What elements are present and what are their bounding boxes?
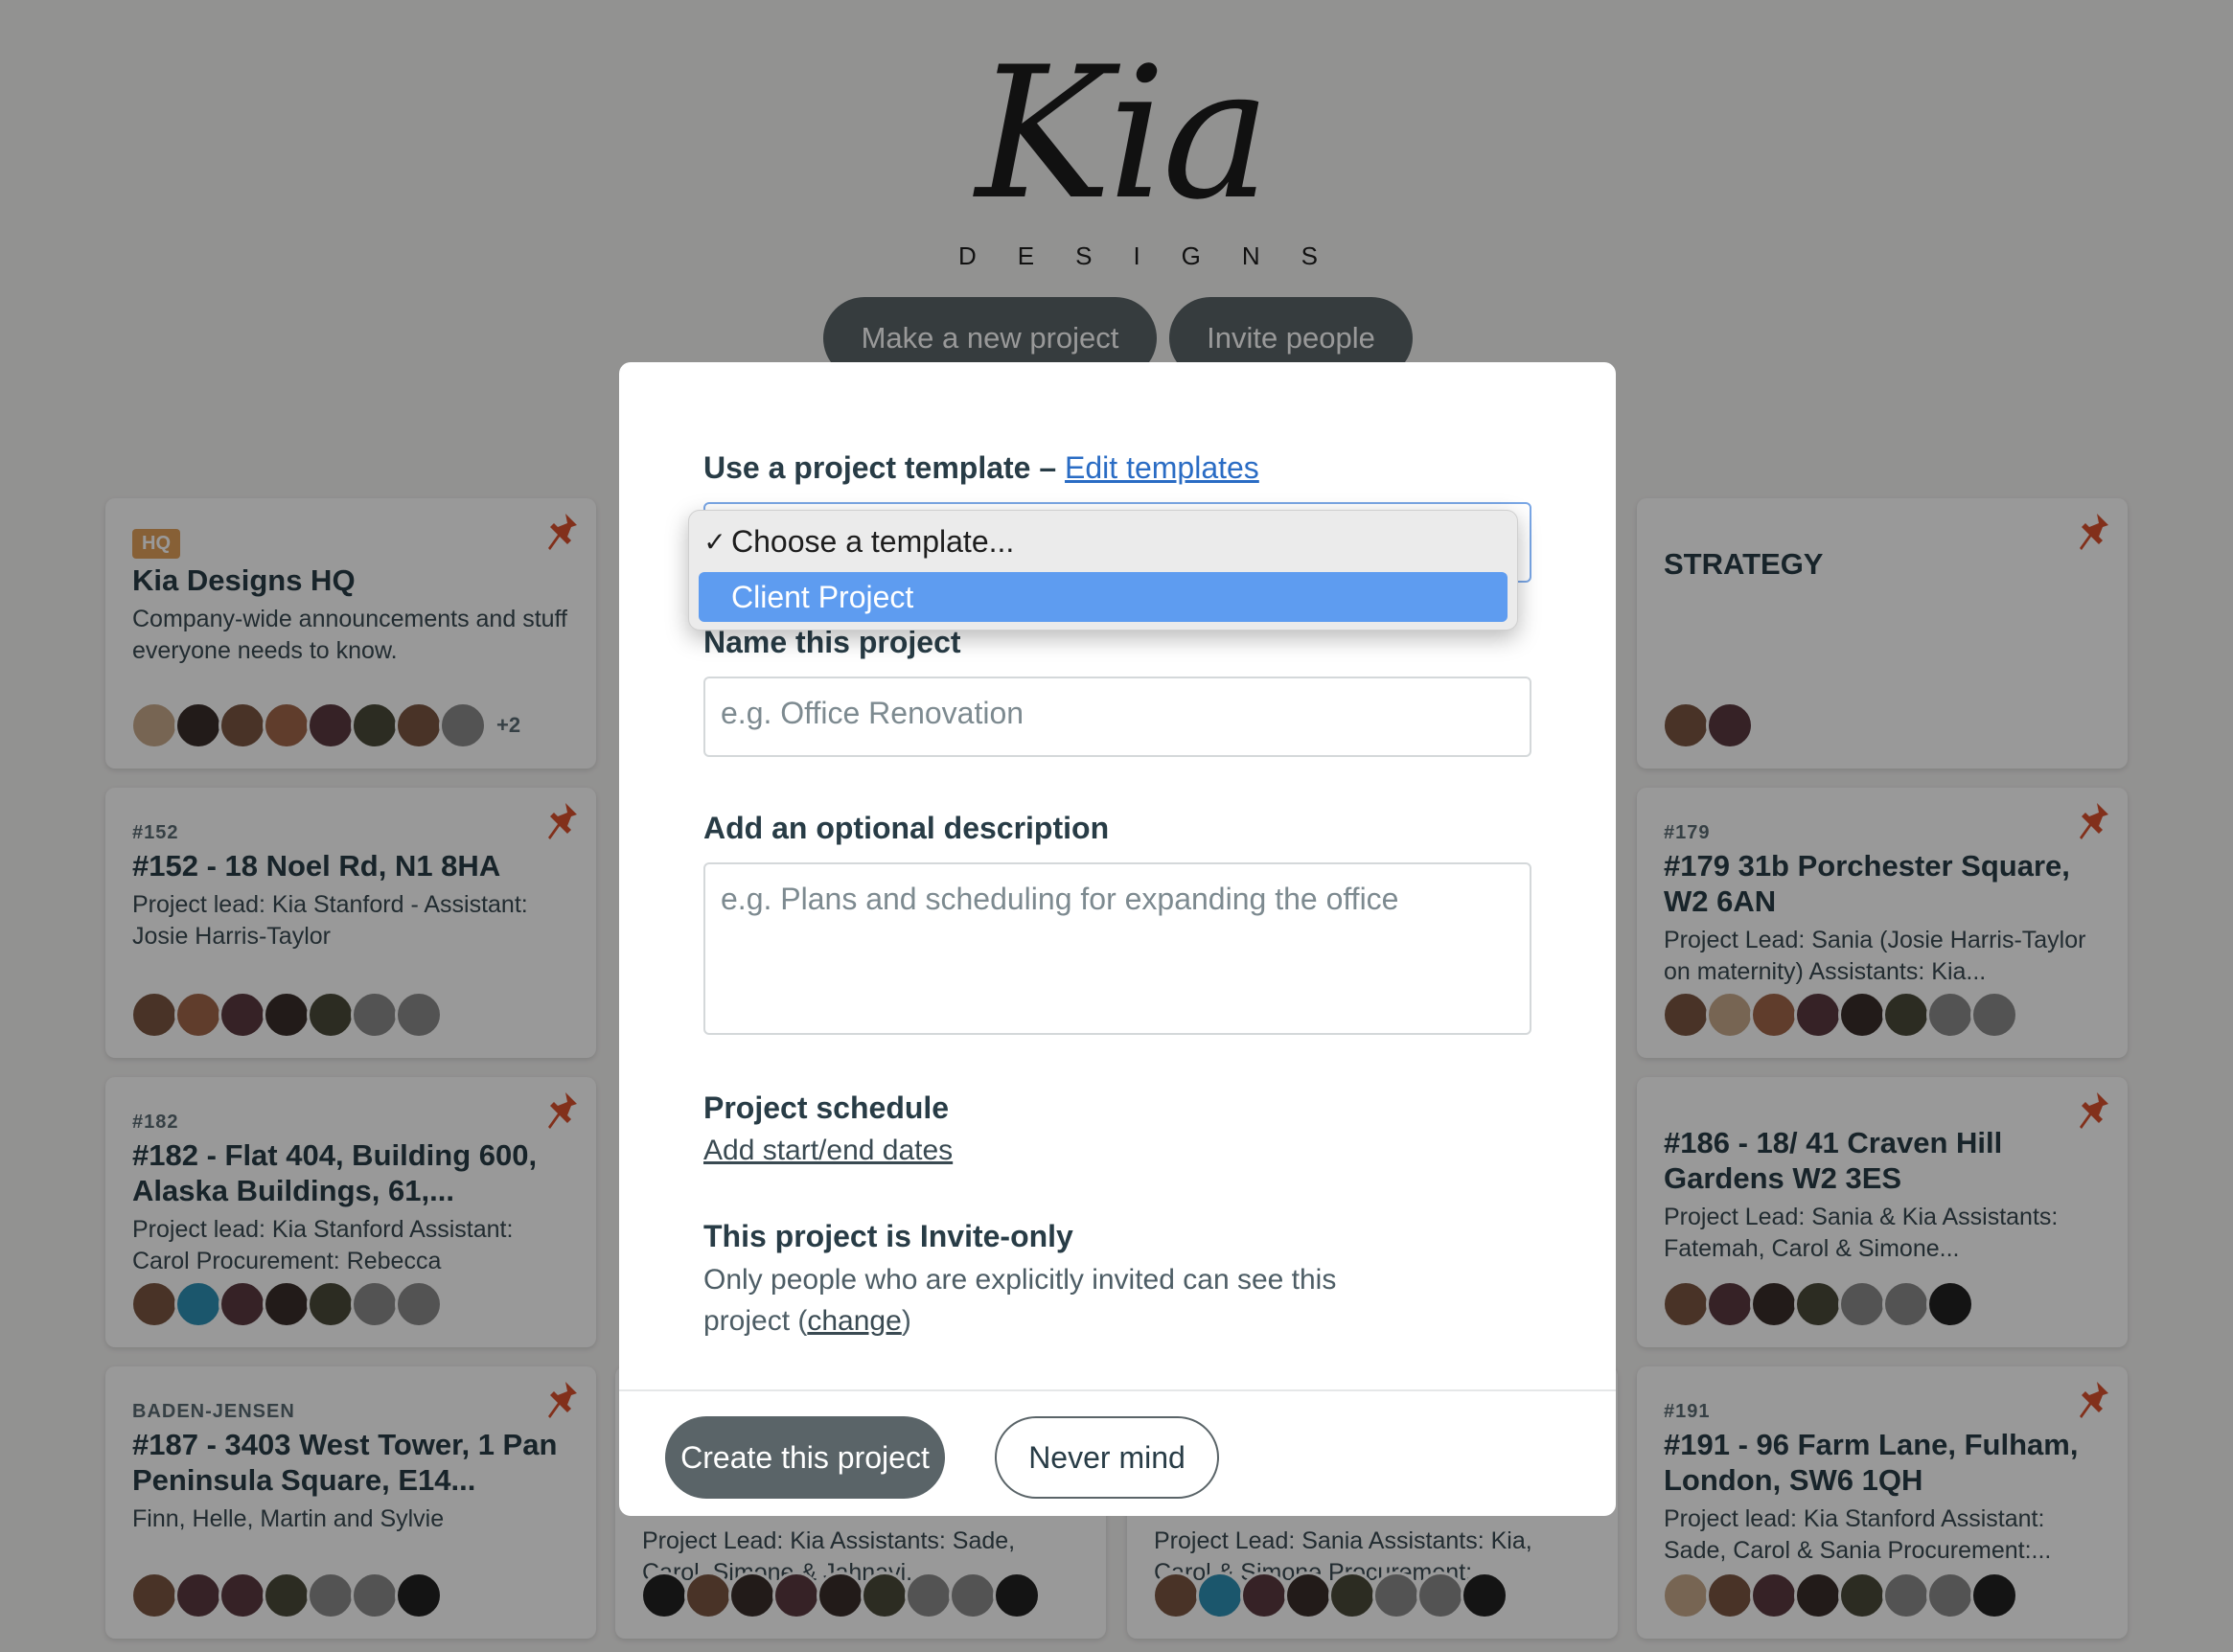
description-label: Add an optional description [703,811,1110,845]
add-dates-link[interactable]: Add start/end dates [703,1135,953,1167]
create-project-button[interactable]: Create this project [665,1416,945,1499]
never-mind-button[interactable]: Never mind [995,1416,1219,1499]
project-name-input[interactable]: e.g. Office Renovation [703,677,1531,757]
template-option-client-project[interactable]: Client Project [699,572,1508,622]
option-label: Client Project [731,579,914,614]
access-label: This project is Invite-only [703,1219,1073,1253]
template-separator: – [1030,450,1066,485]
template-option-choose[interactable]: ✓ Choose a template... [699,516,1508,566]
access-help: Only people who are explicitly invited c… [703,1264,1337,1337]
project-description-input[interactable]: e.g. Plans and scheduling for expanding … [703,862,1531,1035]
template-heading: Use a project template – Edit templates [703,450,1259,486]
change-access-link[interactable]: change [807,1305,901,1337]
checkmark-icon: ✓ [703,526,726,557]
template-dropdown-menu: ✓ Choose a template... Client Project [688,510,1518,631]
access-help-text: Only people who are explicitly invited c… [703,1264,1337,1337]
option-label: Choose a template... [731,523,1015,559]
edit-templates-link[interactable]: Edit templates [1065,450,1259,485]
schedule-label: Project schedule [703,1090,950,1125]
template-label: Use a project template [703,450,1031,485]
dialog-footer: Create this project Never mind [619,1389,1616,1516]
